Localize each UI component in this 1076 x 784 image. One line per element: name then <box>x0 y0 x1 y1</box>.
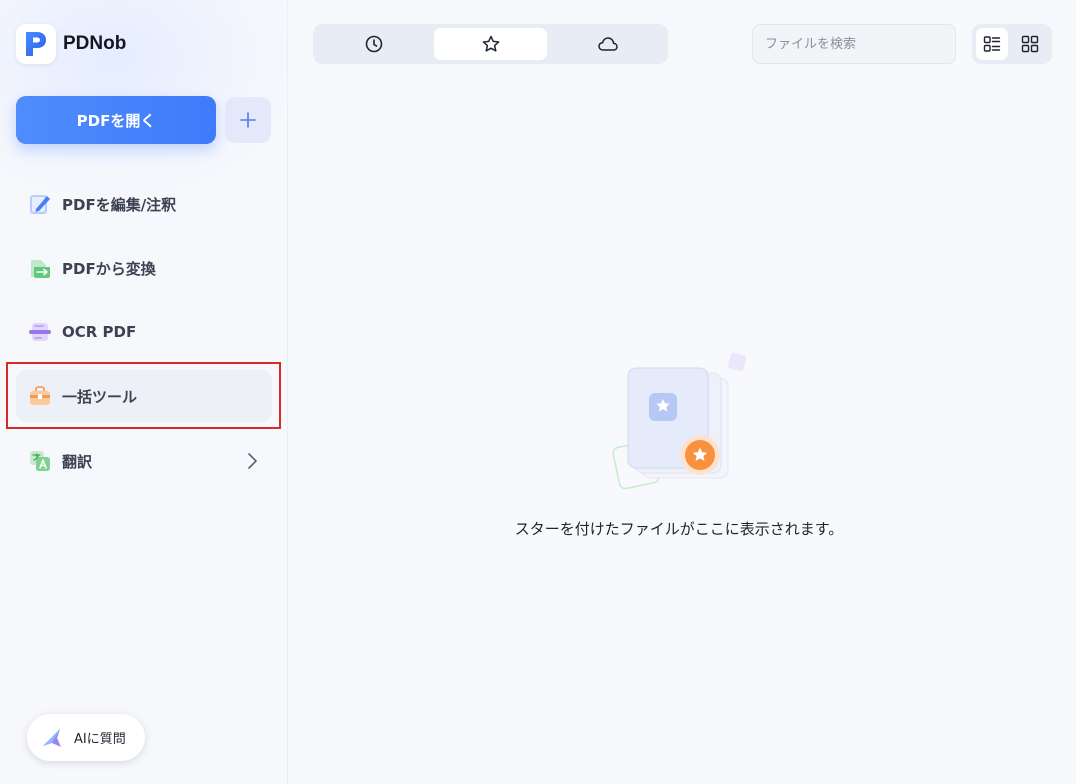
list-view-button[interactable] <box>976 28 1008 60</box>
sidebar-item-label: PDFを編集/注釈 <box>62 195 177 214</box>
sidebar-item-ocr[interactable]: OCR PDF <box>16 306 272 358</box>
search-input[interactable] <box>752 24 956 64</box>
tab-starred[interactable] <box>434 28 547 60</box>
translate-icon <box>26 447 54 475</box>
empty-state-illustration <box>604 348 764 496</box>
empty-state-message: スターを付けたファイルがここに表示されます。 <box>514 520 844 538</box>
app-name: PDNob <box>63 33 127 54</box>
toolbox-icon <box>26 382 54 410</box>
pdnob-logo-icon <box>16 24 56 64</box>
sidebar-item-translate[interactable]: 翻訳 <box>16 435 272 487</box>
sidebar: PDNob PDFを開く PDFを編集/注釈 PDFから変換 OCR PDF 一… <box>0 0 288 784</box>
file-filter-tabs <box>313 24 668 64</box>
sidebar-item-label: 翻訳 <box>62 452 93 471</box>
convert-document-icon <box>26 254 54 282</box>
grid-view-icon <box>1021 35 1039 53</box>
add-button[interactable] <box>225 97 271 143</box>
sidebar-item-convert[interactable]: PDFから変換 <box>16 242 272 294</box>
grid-view-button[interactable] <box>1014 28 1046 60</box>
chevron-right-icon <box>244 451 260 475</box>
plus-icon <box>240 112 256 128</box>
cloud-icon <box>597 37 618 51</box>
star-icon <box>482 35 499 52</box>
edit-document-icon <box>26 190 54 218</box>
list-view-icon <box>983 36 1001 52</box>
view-mode-toggle <box>972 24 1052 64</box>
sidebar-item-label: PDFから変換 <box>62 259 156 278</box>
sidebar-item-batch-tools[interactable]: 一括ツール <box>16 370 272 422</box>
brand: PDNob <box>16 24 126 64</box>
sidebar-item-label: 一括ツール <box>62 387 138 406</box>
tab-recent[interactable] <box>317 28 430 60</box>
ocr-scan-icon <box>26 318 54 346</box>
clock-icon <box>365 35 382 53</box>
sidebar-item-edit-annotate[interactable]: PDFを編集/注釈 <box>16 178 272 230</box>
ask-ai-button[interactable]: AIに質問 <box>27 714 145 761</box>
tab-cloud[interactable] <box>551 28 664 60</box>
sidebar-item-label: OCR PDF <box>62 323 137 341</box>
ask-ai-label: AIに質問 <box>74 732 126 747</box>
open-pdf-button[interactable]: PDFを開く <box>16 96 216 144</box>
ai-sparkle-icon <box>43 728 61 747</box>
